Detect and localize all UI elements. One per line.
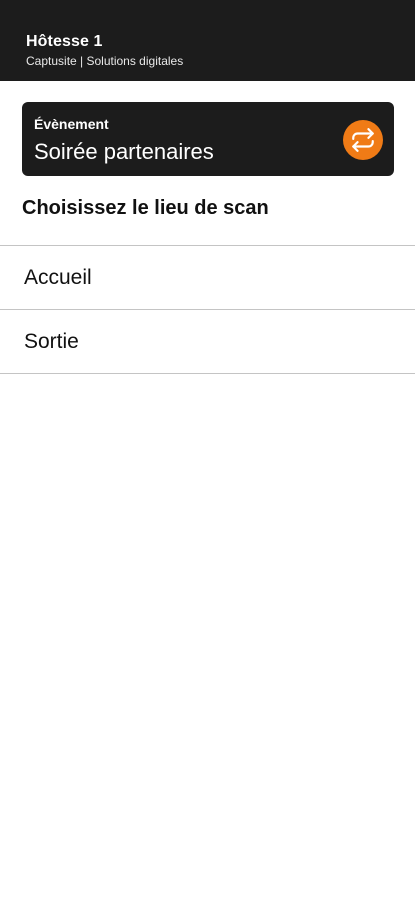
scan-location-list: Accueil Sortie	[0, 245, 415, 374]
location-item-sortie[interactable]: Sortie	[0, 310, 415, 374]
location-label: Accueil	[24, 266, 92, 289]
change-event-button[interactable]	[343, 120, 383, 160]
user-name: Hôtesse 1	[26, 33, 103, 50]
scan-location-title: Choisissez le lieu de scan	[22, 197, 269, 219]
location-label: Sortie	[24, 330, 79, 353]
company-subtitle: Captusite | Solutions digitales	[26, 54, 184, 68]
swap-arrows-icon	[350, 127, 376, 153]
event-label: Évènement	[34, 116, 109, 132]
event-selector[interactable]: Évènement Soirée partenaires	[22, 102, 394, 176]
event-name: Soirée partenaires	[34, 139, 214, 164]
app-header: Hôtesse 1 Captusite | Solutions digitale…	[0, 0, 415, 81]
location-item-accueil[interactable]: Accueil	[0, 246, 415, 310]
